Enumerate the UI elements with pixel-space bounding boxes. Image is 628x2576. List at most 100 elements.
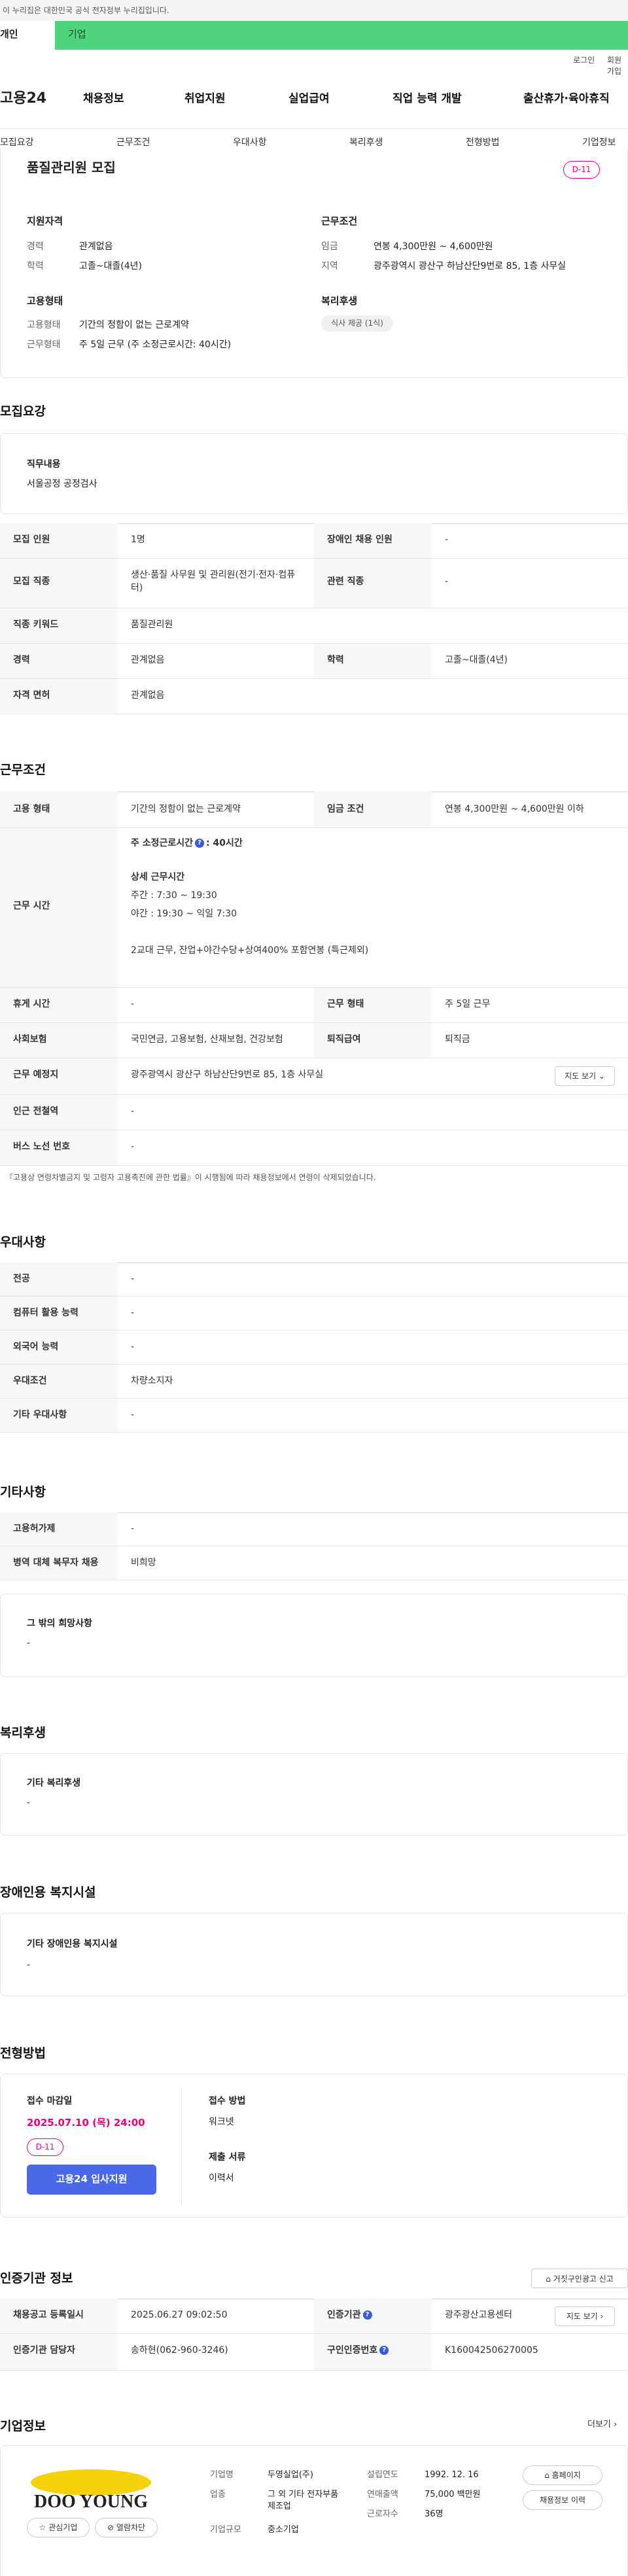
job-content-title: 직무내용 [27, 459, 61, 470]
company-name: 두영실업(주) [268, 2470, 313, 2480]
docs-value: 이력서 [209, 2173, 234, 2184]
welfare-section-heading: 복리후생 [0, 1726, 46, 1740]
shift-note: 2교대 근무, 잔업+야간수당+상여400% 포함연봉 (특근제외) [131, 945, 369, 956]
table-row: 모집 직종 생산·품질 사무원 및 관리원(전기·전자·컴퓨터) 관련 직종 - [0, 559, 628, 608]
welfare-pill: 식사 제공 (1식) [321, 315, 393, 332]
cert-heading: 인증기관 정보 [0, 2271, 73, 2286]
recruit-heading: 모집요강 [0, 404, 46, 419]
career-value: 관계없음 [79, 241, 113, 252]
site-logo[interactable]: 고용24 [0, 89, 46, 109]
company-est: 1992. 12. 16 [425, 2470, 479, 2480]
disability-heading: 장애인용 복지시설 [0, 1885, 96, 1900]
gov-banner: 이 누리집은 대한민국 공식 전자정부 누리집입니다. [0, 0, 628, 21]
tab-personal[interactable]: 개인 [0, 21, 55, 50]
tab-business[interactable]: 기업 [55, 21, 628, 50]
signup-link[interactable]: 회원가입 [607, 55, 628, 77]
table-row: 사회보험 국민연금, 고용보험, 산재보험, 건강보험 퇴직급여 퇴직금 [0, 1023, 628, 1058]
apply-button[interactable]: 고용24 입사지원 [27, 2165, 156, 2195]
career-label: 경력 [27, 241, 44, 252]
report-fake-ad-button[interactable]: ⌂ 거짓구인광고 신고 [531, 2269, 628, 2288]
home-icon: ⌂ [544, 2471, 550, 2480]
svg-text:DOO YOUNG: DOO YOUNG [34, 2492, 148, 2510]
night-shift: 야간 : 19:30 ~ 익일 7:30 [131, 909, 237, 919]
subnav-preference[interactable]: 우대사항 [233, 137, 267, 150]
table-row: 기타 우대사항 - [0, 1399, 628, 1433]
info-icon[interactable]: ? [362, 2310, 372, 2320]
docs-title: 제출 서류 [209, 2152, 246, 2163]
job-title: 품질관리원 모집 [27, 160, 116, 175]
etc-heading: 기타사항 [0, 1485, 46, 1499]
info-icon[interactable]: ? [379, 2346, 389, 2355]
subnav-welfare[interactable]: 복리후생 [349, 137, 383, 150]
company-sales: 75,000 백만원 [425, 2490, 481, 2499]
disability-box: 기타 장애인용 복지시설 - [0, 1913, 628, 1996]
subnav-conditions[interactable]: 근무조건 [116, 137, 150, 150]
table-row: 병역 대체 복무자 채용 비희망 [0, 1546, 628, 1580]
divider [181, 2087, 182, 2205]
worktype-label: 근무형태 [27, 339, 61, 350]
more-link[interactable]: 더보기 › [587, 2419, 617, 2431]
table-row: 근무 예정지 광주광역시 광산구 하남산단9번로 85, 1층 사무실 지도 보… [0, 1058, 628, 1095]
education-label: 학력 [27, 261, 44, 271]
weekly-hours-value: : 40시간 [206, 838, 243, 848]
method-title: 접수 방법 [209, 2096, 246, 2106]
subnav-company[interactable]: 기업정보 [582, 137, 616, 150]
job-content-value: 서울공정 공정검사 [27, 479, 97, 489]
block-icon: ⊘ [107, 2523, 114, 2532]
login-link[interactable]: 로그인 [573, 55, 595, 66]
subnav-selection[interactable]: 전형방법 [466, 137, 500, 150]
map-view-button[interactable]: 지도 보기 ⌄ [555, 1066, 615, 1086]
info-icon[interactable]: ? [195, 839, 205, 848]
emp-value: 기간의 정함이 없는 근로계약 [79, 320, 189, 330]
subnav-recruit[interactable]: 모집요강 [0, 137, 34, 150]
user-type-tabs: 개인 기업 [0, 21, 628, 50]
table-row: 모집 인원 1명 장애인 채용 인원 - [0, 523, 628, 559]
table-row: 채용공고 등록일시 2025.06.27 09:02:50 인증기관? 광주광산… [0, 2299, 628, 2334]
homepage-button[interactable]: ⌂ 홈페이지 [523, 2465, 602, 2485]
table-row: 전공 - [0, 1262, 628, 1297]
deadline-title: 접수 마감일 [27, 2096, 73, 2106]
chevron-right-icon: › [614, 2420, 618, 2429]
home-icon: ⌂ [546, 2274, 551, 2284]
table-row: 우대조건 차량소지자 [0, 1365, 628, 1399]
table-row: 버스 노선 번호 - [0, 1130, 628, 1166]
gnav-leave[interactable]: 출산휴가·육아휴직 [523, 92, 610, 107]
table-row: 자격 면허 관계없음 [0, 679, 628, 714]
company-heading: 기업정보 [0, 2419, 46, 2433]
agency-map-button[interactable]: 지도 보기 › [555, 2306, 615, 2326]
employment-heading: 고용형태 [27, 295, 63, 307]
chevron-right-icon: › [600, 2312, 604, 2321]
other-wishes-box: 그 밖의 희망사항 - [0, 1593, 628, 1677]
table-row: 인증기관 담당자 송하현(062-960-3246) 구인인증번호? K1600… [0, 2334, 628, 2371]
emp-label: 고용형태 [27, 320, 61, 330]
company-scale: 중소기업 [268, 2525, 299, 2535]
gnav-unemployment[interactable]: 실업급여 [288, 92, 330, 107]
table-row: 근무 시간 주 소정근로시간?: 40시간 상세 근무시간 주간 : 7:30 … [0, 828, 628, 988]
table-row: 인근 전철역 - [0, 1095, 628, 1130]
summary-card: 품질관리원 모집 D-11 지원자격 경력 관계없음 학력 고졸~대졸(4년) … [0, 149, 628, 378]
weekly-hours-label: 주 소정근로시간 [131, 838, 194, 848]
company-staff: 36명 [425, 2509, 444, 2519]
job-content-box: 직무내용 서울공정 공정검사 [0, 433, 628, 514]
hiring-history-button[interactable]: 채용정보 이력 [523, 2490, 602, 2510]
dday-badge: D-11 [27, 2138, 63, 2156]
method-value: 워크넷 [209, 2117, 234, 2127]
favorite-company-button[interactable]: ☆ 관심기업 [27, 2518, 90, 2537]
block-view-button[interactable]: ⊘ 열람차단 [95, 2518, 158, 2537]
dday-badge: D-11 [563, 161, 600, 179]
table-row: 고용 형태 기간의 정함이 없는 근로계약 임금 조건 연봉 4,300만원 ~… [0, 792, 628, 828]
table-row: 외국어 능력 - [0, 1331, 628, 1365]
welfare-box: 기타 복리후생 - [0, 1753, 628, 1836]
gnav-skills[interactable]: 직업 능력 개발 [392, 92, 462, 107]
conditions-heading: 근무조건 [321, 215, 358, 227]
age-notice: 『고용상 연령차별금지 및 고령자 고용촉진에 관한 법률』이 시행됨에 따라 … [5, 1173, 376, 1182]
star-icon: ☆ [39, 2523, 46, 2532]
detail-hours-title: 상세 근무시간 [131, 872, 185, 882]
company-logo: DOO YOUNG [27, 2468, 155, 2512]
education-value: 고졸~대졸(4년) [79, 261, 142, 271]
gnav-employment-support[interactable]: 취업지원 [184, 92, 226, 107]
company-box: DOO YOUNG ☆ 관심기업 ⊘ 열람차단 기업명 두영실업(주) 업종 그… [0, 2445, 628, 2576]
selection-box: 접수 마감일 2025.07.10 (목) 24:00 D-11 고용24 입사… [0, 2074, 628, 2218]
table-row: 컴퓨터 활용 능력 - [0, 1297, 628, 1331]
gnav-jobs[interactable]: 채용정보 [83, 92, 124, 107]
